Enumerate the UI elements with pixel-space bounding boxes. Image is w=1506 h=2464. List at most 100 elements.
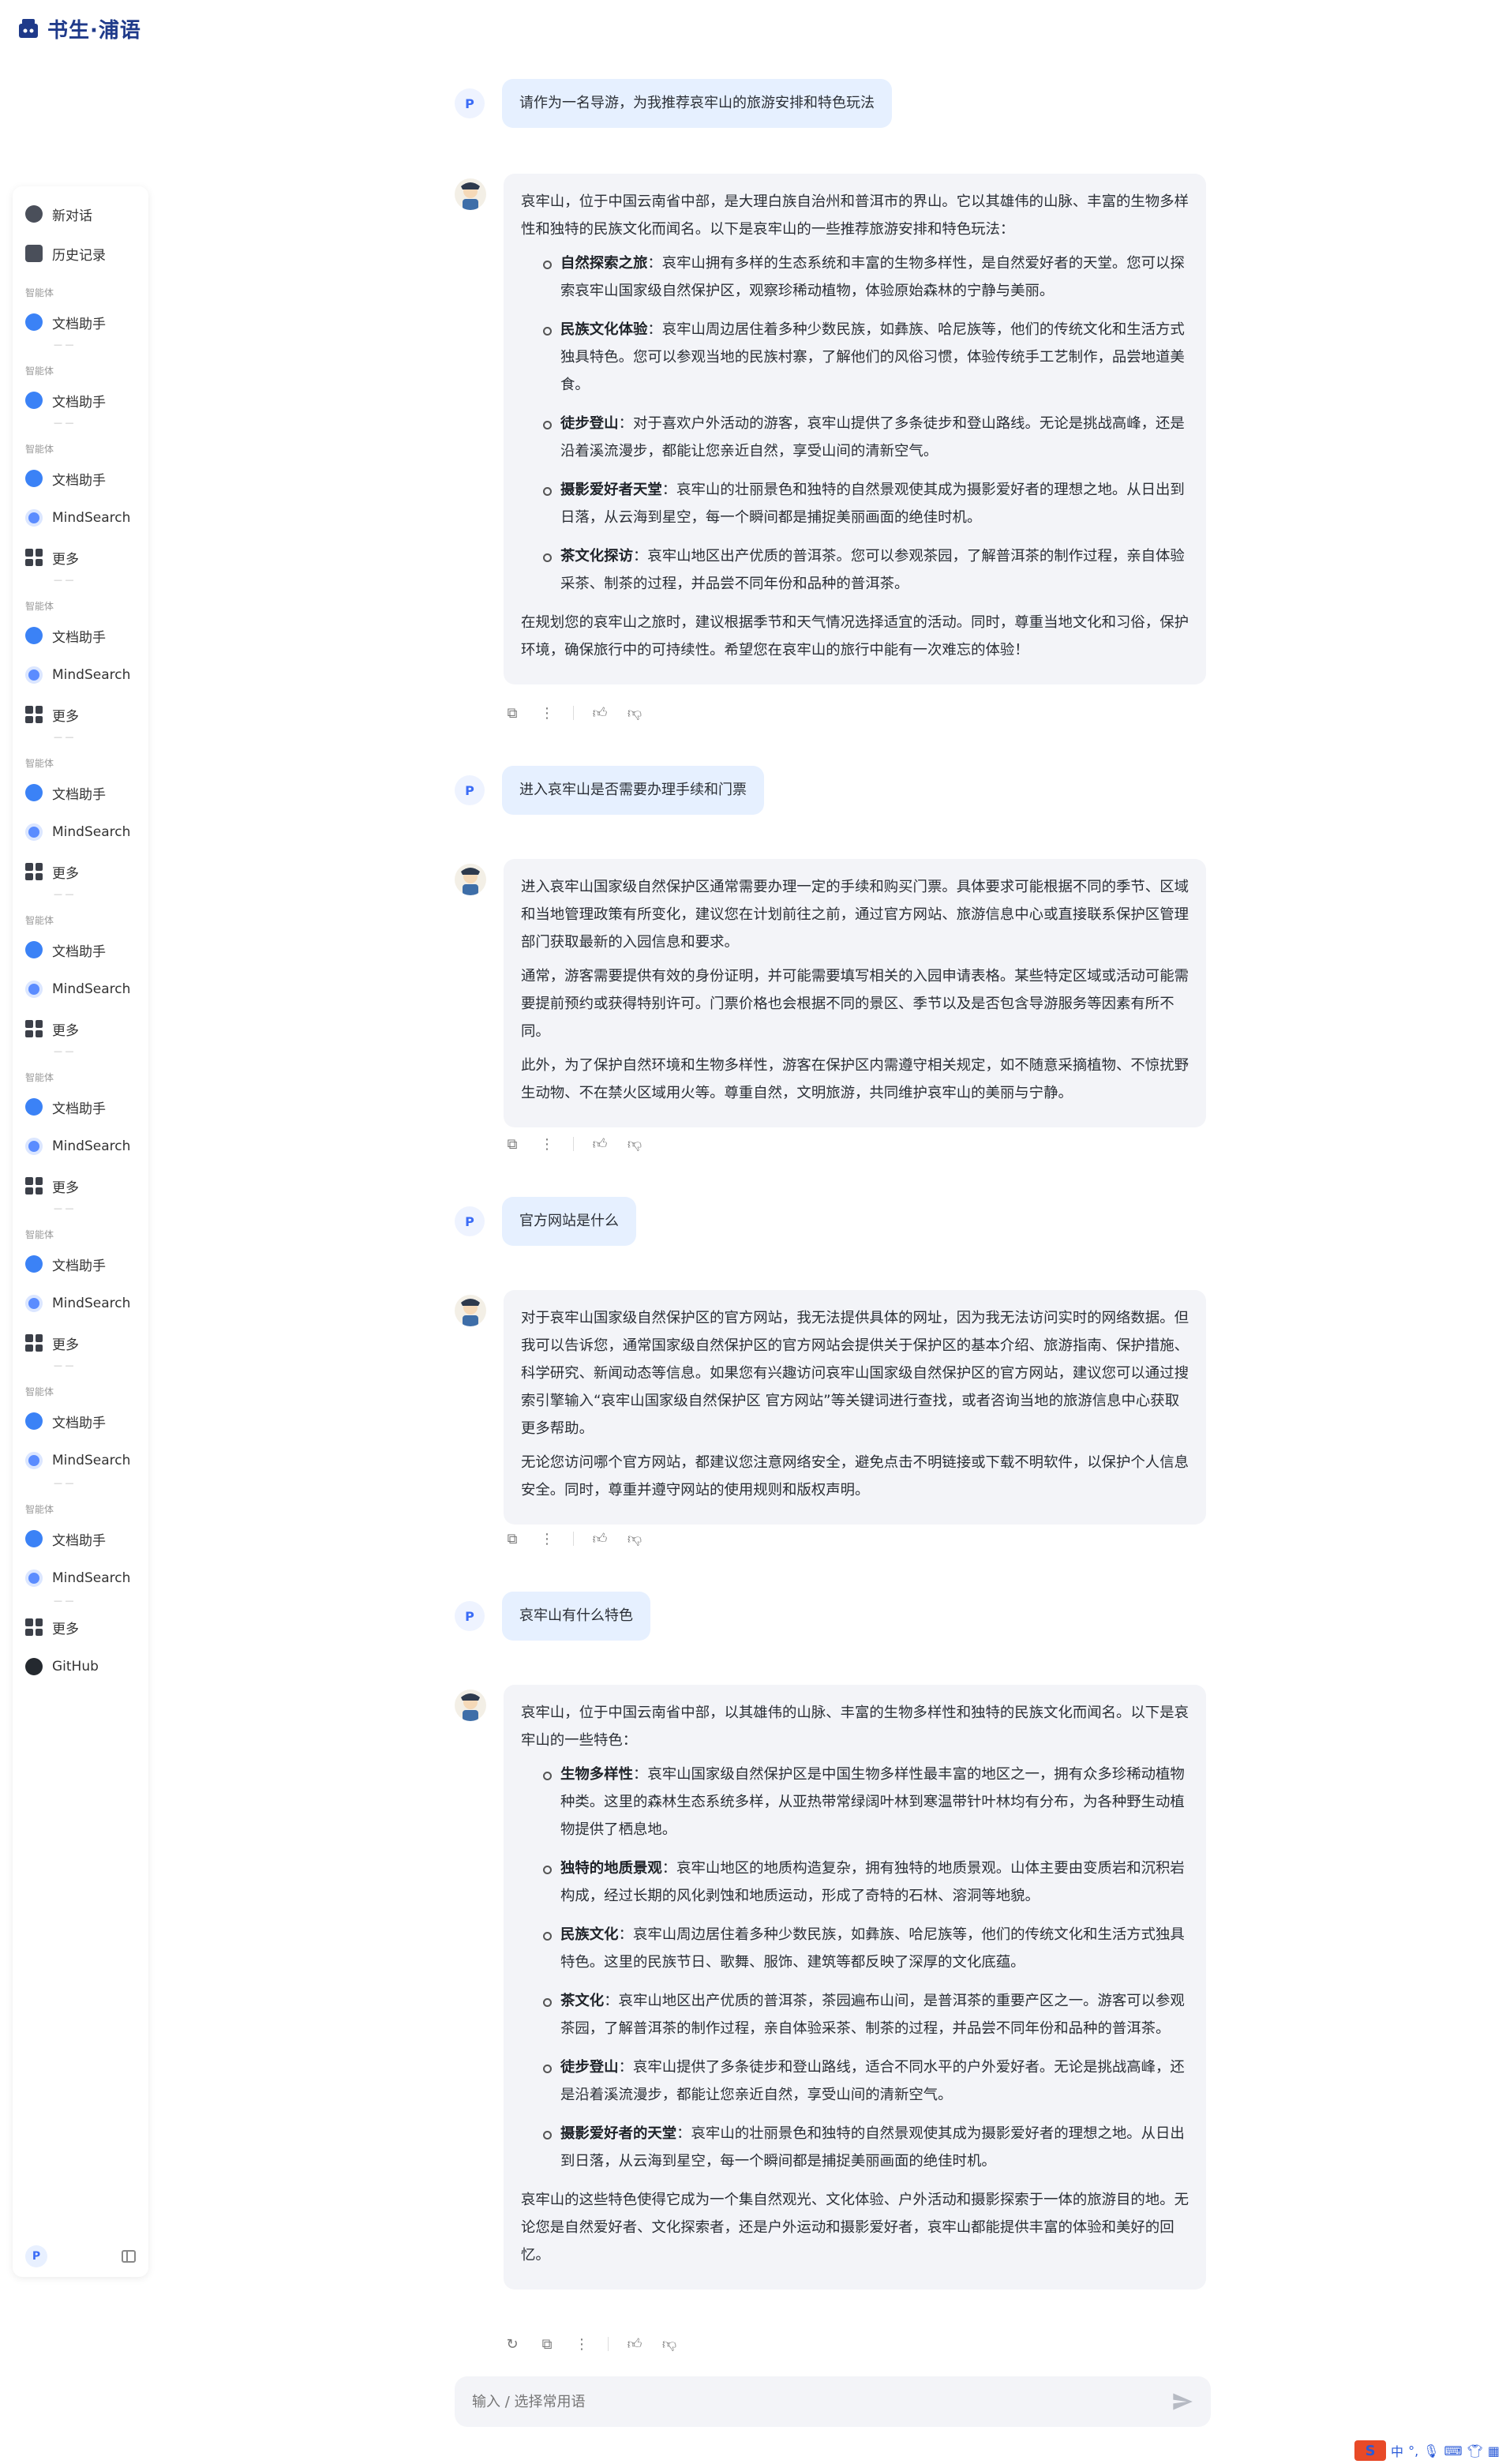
bot-avatar-icon [455,1690,486,1721]
message-paragraph: 哀牢山的这些特色使得它成为一个集自然观光、文化体验、户外活动和摄影探索于一体的旅… [521,2192,1189,2263]
ime-toolbar: S 中 °, 🎙︎ ⌨ 👕︎ ▦ [1354,2439,1500,2462]
sidebar-item-history[interactable]: 历史记录 [13,234,148,273]
sidebar-item-more[interactable]: 更多 [13,538,148,577]
message-actions: ⧉ ⋮ 👍︎ 👎︎ [504,1530,643,1548]
sidebar-item-label: 更多 [52,1179,79,1196]
sidebar-item-doc-assistant[interactable]: 文档助手 [13,773,148,812]
thumbs-up-icon[interactable]: 👍︎ [591,1530,609,1547]
more-icon[interactable]: ⋮ [573,2335,590,2353]
mindsearch-icon [25,1295,43,1312]
sidebar-item-github[interactable]: GitHub [13,1647,148,1686]
sidebar-item-mindsearch[interactable]: MindSearch [13,812,148,852]
chat-input-box[interactable] [455,2376,1211,2427]
list-item-text: ：对于喜欢户外活动的游客，哀牢山提供了多条徒步和登山路线。无论是挑战高峰，还是沿… [560,415,1185,459]
doc-assistant-icon [25,1530,43,1547]
list-item-title: 摄影爱好者天堂 [560,482,662,498]
copy-icon[interactable]: ⧉ [504,704,521,722]
list-item-title: 徒步登山 [560,415,619,432]
send-icon[interactable] [1171,2391,1193,2413]
thumbs-down-icon[interactable]: 👎︎ [626,704,643,722]
github-icon [25,1658,43,1675]
sidebar-item-label: 文档助手 [52,1532,106,1549]
microphone-icon[interactable]: 🎙︎ [1423,2443,1439,2458]
thumbs-up-icon[interactable]: 👍︎ [591,1135,609,1153]
bot-avatar-icon [455,1295,486,1326]
list-item-text: ：哀牢山周边居住着多种少数民族，如彝族、哈尼族等，他们的传统文化和生活方式独具特… [560,1926,1185,1971]
ime-language[interactable]: 中 [1391,2441,1403,2460]
ime-logo-icon[interactable]: S [1354,2440,1387,2461]
sidebar-item-more[interactable]: 更多 [13,852,148,891]
list-item: 民族文化体验：哀牢山周边居住着多种少数民族，如彝族、哈尼族等，他们的传统文化和生… [543,316,1189,399]
sidebar-section-label: 智能体 [25,366,54,377]
grid-icon [25,1177,43,1194]
app-logo[interactable]: 书生·浦语 [16,13,141,44]
thumbs-down-icon[interactable]: 👎︎ [626,1530,643,1547]
sidebar-item-more[interactable]: 更多 [13,1166,148,1206]
list-item-title: 茶文化探访 [560,548,633,564]
sidebar-item-mindsearch[interactable]: MindSearch [13,1558,148,1598]
bot-bubble: 进入哀牢山国家级自然保护区通常需要办理一定的手续和购买门票。具体要求可能根据不同… [504,859,1206,1127]
sidebar-item-mindsearch[interactable]: MindSearch [13,1127,148,1166]
sidebar-item-label: MindSearch [52,1453,131,1468]
copy-icon[interactable]: ⧉ [538,2335,556,2353]
sidebar-item-mindsearch[interactable]: MindSearch [13,655,148,695]
sidebar-item-label: MindSearch [52,667,131,683]
user-message: P 请作为一名导游，为我推荐哀牢山的旅游安排和特色玩法 [455,79,892,128]
divider [573,1137,574,1151]
sidebar-section-label: 智能体 [25,915,54,926]
sidebar-item-more[interactable]: 更多 [13,1323,148,1363]
more-icon[interactable]: ⋮ [538,704,556,722]
skin-icon[interactable]: 👕︎ [1467,2443,1483,2458]
sidebar-item-doc-assistant[interactable]: 文档助手 [13,302,148,342]
divider [573,1532,574,1546]
list-item-title: 茶文化 [560,1993,605,2009]
list-item: 徒步登山：对于喜欢户外活动的游客，哀牢山提供了多条徒步和登山路线。无论是挑战高峰… [543,410,1189,465]
sidebar-item-label: 更多 [52,1022,79,1039]
sidebar-item-label: 更多 [52,551,79,568]
more-icon[interactable]: ⋮ [538,1530,556,1547]
sidebar-item-doc-assistant[interactable]: 文档助手 [13,616,148,655]
doc-assistant-icon [25,784,43,801]
message-paragraph: 进入哀牢山国家级自然保护区通常需要办理一定的手续和购买门票。具体要求可能根据不同… [521,879,1189,951]
sidebar-item-doc-assistant[interactable]: 文档助手 [13,1519,148,1558]
grid-icon[interactable]: ▦ [1488,2443,1500,2458]
avatar[interactable]: P [25,2245,47,2267]
more-icon[interactable]: ⋮ [538,1135,556,1153]
sidebar-item-label: 新对话 [52,208,92,224]
avatar: P [455,1601,485,1631]
sidebar-item-doc-assistant[interactable]: 文档助手 [13,459,148,498]
thumbs-up-icon[interactable]: 👍︎ [626,2335,643,2353]
sidebar-divider: — — [54,732,74,742]
punctuation-icon[interactable]: °, [1408,2443,1418,2458]
keyboard-icon[interactable]: ⌨ [1444,2443,1462,2458]
sidebar-item-doc-assistant[interactable]: 文档助手 [13,381,148,420]
message-paragraph: 无论您访问哪个官方网站，都建议您注意网络安全，避免点击不明链接或下载不明软件，以… [521,1454,1189,1498]
thumbs-down-icon[interactable]: 👎︎ [626,1135,643,1153]
thumbs-down-icon[interactable]: 👎︎ [661,2335,678,2353]
copy-icon[interactable]: ⧉ [504,1530,521,1547]
list-item: 生物多样性：哀牢山国家级自然保护区是中国生物多样性最丰富的地区之一，拥有众多珍稀… [543,1761,1189,1843]
thumbs-up-icon[interactable]: 👍︎ [591,704,609,722]
sidebar-toggle-icon[interactable] [122,2250,136,2263]
list-item-title: 生物多样性 [560,1766,633,1783]
sidebar-item-new-chat[interactable]: 新对话 [13,194,148,234]
sidebar-item-mindsearch[interactable]: MindSearch [13,1441,148,1480]
sidebar-item-doc-assistant[interactable]: 文档助手 [13,1087,148,1127]
message-list: 自然探索之旅：哀牢山拥有多样的生态系统和丰富的生物多样性，是自然爱好者的天堂。您… [521,249,1189,598]
sidebar-divider: — — [54,1360,74,1371]
bot-avatar-icon [455,864,486,895]
sidebar-item-more[interactable]: 更多 [13,1009,148,1048]
regenerate-icon[interactable]: ↻ [504,2335,521,2353]
sidebar-item-more[interactable]: 更多 [13,1607,148,1647]
sidebar-item-more[interactable]: 更多 [13,695,148,734]
chat-input[interactable] [472,2393,1171,2410]
copy-icon[interactable]: ⧉ [504,1135,521,1153]
user-bubble: 进入哀牢山是否需要办理手续和门票 [502,766,764,815]
sidebar-item-mindsearch[interactable]: MindSearch [13,1284,148,1323]
sidebar-item-mindsearch[interactable]: MindSearch [13,969,148,1009]
sidebar-item-doc-assistant[interactable]: 文档助手 [13,930,148,969]
sidebar-item-doc-assistant[interactable]: 文档助手 [13,1244,148,1284]
sidebar-item-label: 文档助手 [52,1101,106,1117]
sidebar-item-mindsearch[interactable]: MindSearch [13,498,148,538]
sidebar-item-doc-assistant[interactable]: 文档助手 [13,1401,148,1441]
